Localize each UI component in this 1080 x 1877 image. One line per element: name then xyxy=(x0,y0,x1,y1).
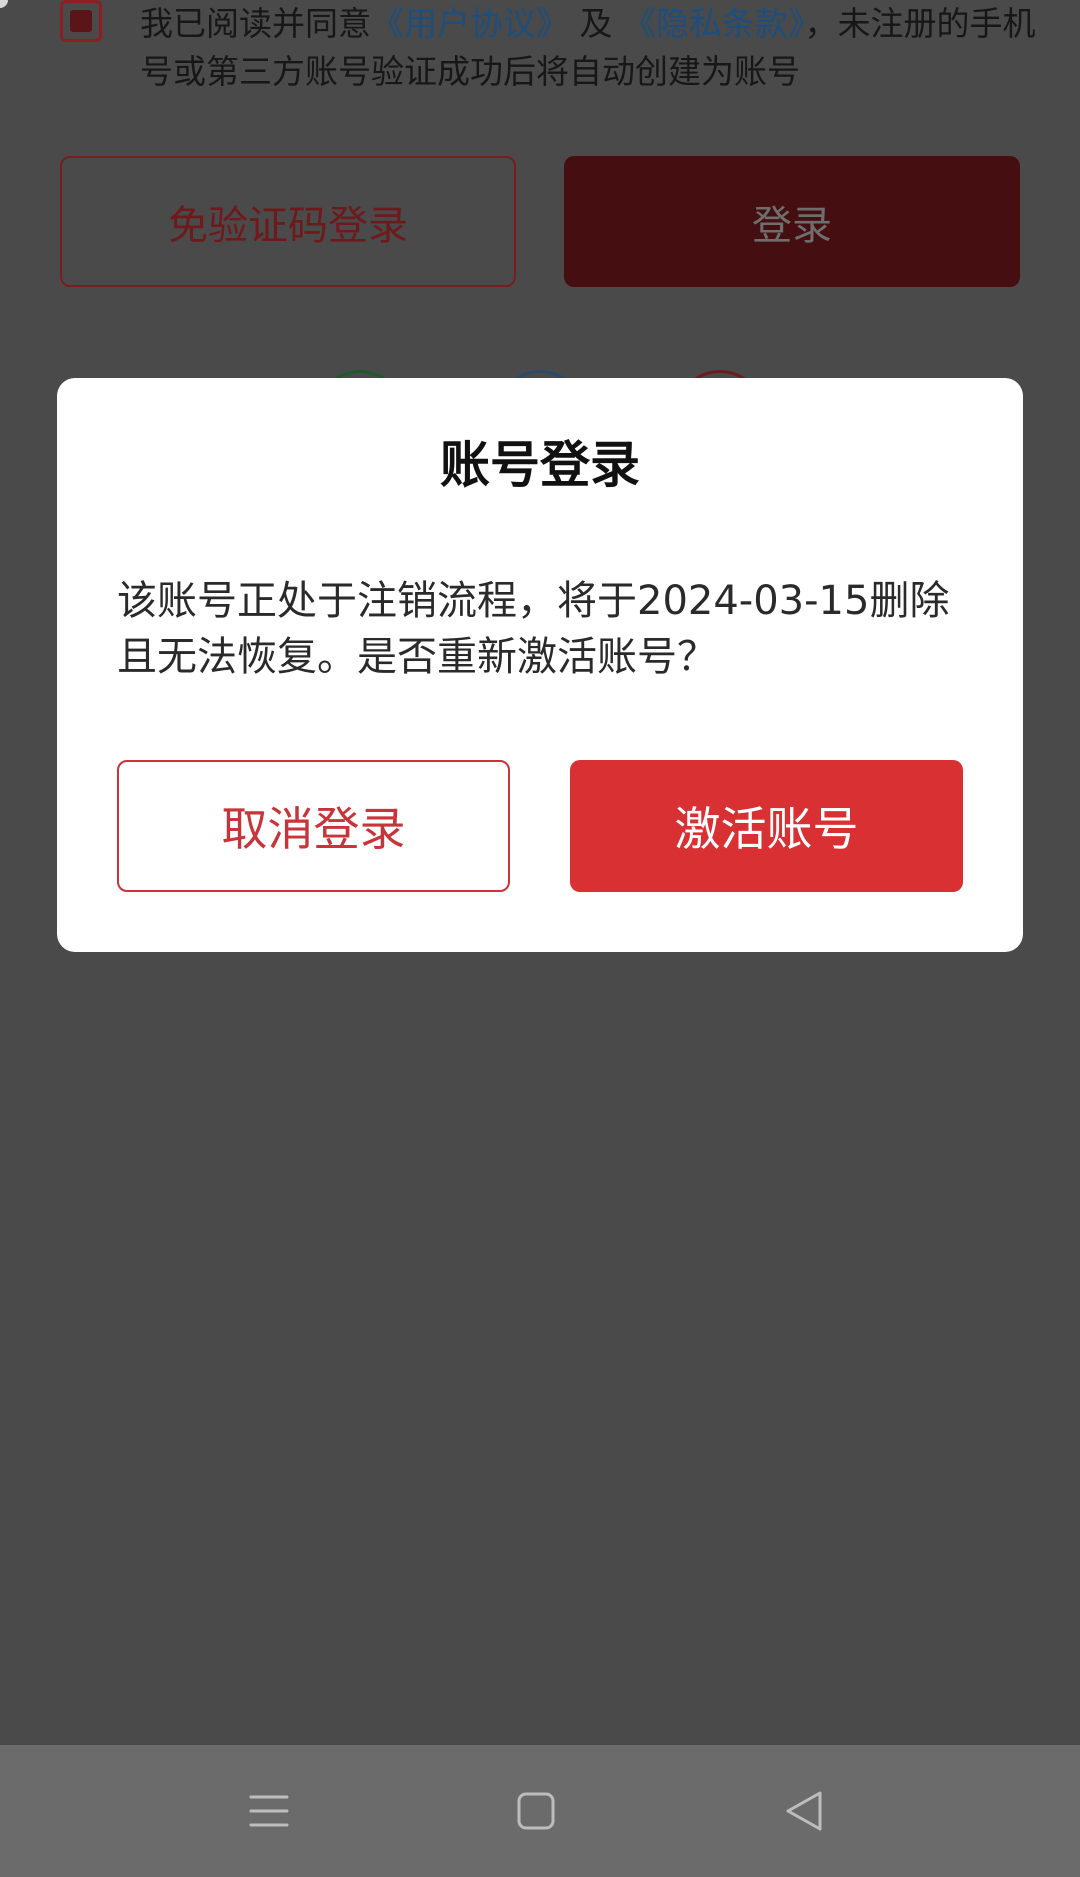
activate-account-button[interactable]: 激活账号 xyxy=(570,760,963,892)
home-icon[interactable] xyxy=(506,1781,566,1841)
dialog-title: 账号登录 xyxy=(440,436,640,494)
dialog-message: 该账号正处于注销流程，将于2024-03-15删除且无法恢复。是否重新激活账号？ xyxy=(117,578,950,680)
agreement-conjunction: 及 xyxy=(569,4,623,43)
system-navigation-bar xyxy=(0,1745,1080,1877)
account-login-dialog: 账号登录 该账号正处于注销流程，将于2024-03-15删除且无法恢复。是否重新… xyxy=(57,378,1023,952)
agreement-row: 我已阅读并同意《用户协议》 及 《隐私条款》，未注册的手机号或第三方账号验证成功… xyxy=(60,0,1035,100)
checkbox-check-mark xyxy=(70,10,92,32)
login-button[interactable]: 登录 xyxy=(564,156,1020,287)
corner-indicator xyxy=(0,0,8,8)
menu-icon[interactable] xyxy=(239,1781,299,1841)
agreement-checkbox[interactable] xyxy=(60,0,102,42)
user-agreement-link[interactable]: 《用户协议》 xyxy=(371,4,569,43)
privacy-policy-link[interactable]: 《隐私条款》 xyxy=(623,4,805,43)
agreement-prefix: 我已阅读并同意 xyxy=(140,4,371,43)
agreement-text: 我已阅读并同意《用户协议》 及 《隐私条款》，未注册的手机号或第三方账号验证成功… xyxy=(140,0,1040,96)
back-icon[interactable] xyxy=(774,1781,834,1841)
cancel-login-button[interactable]: 取消登录 xyxy=(117,760,510,892)
passwordless-login-button[interactable]: 免验证码登录 xyxy=(60,156,516,287)
